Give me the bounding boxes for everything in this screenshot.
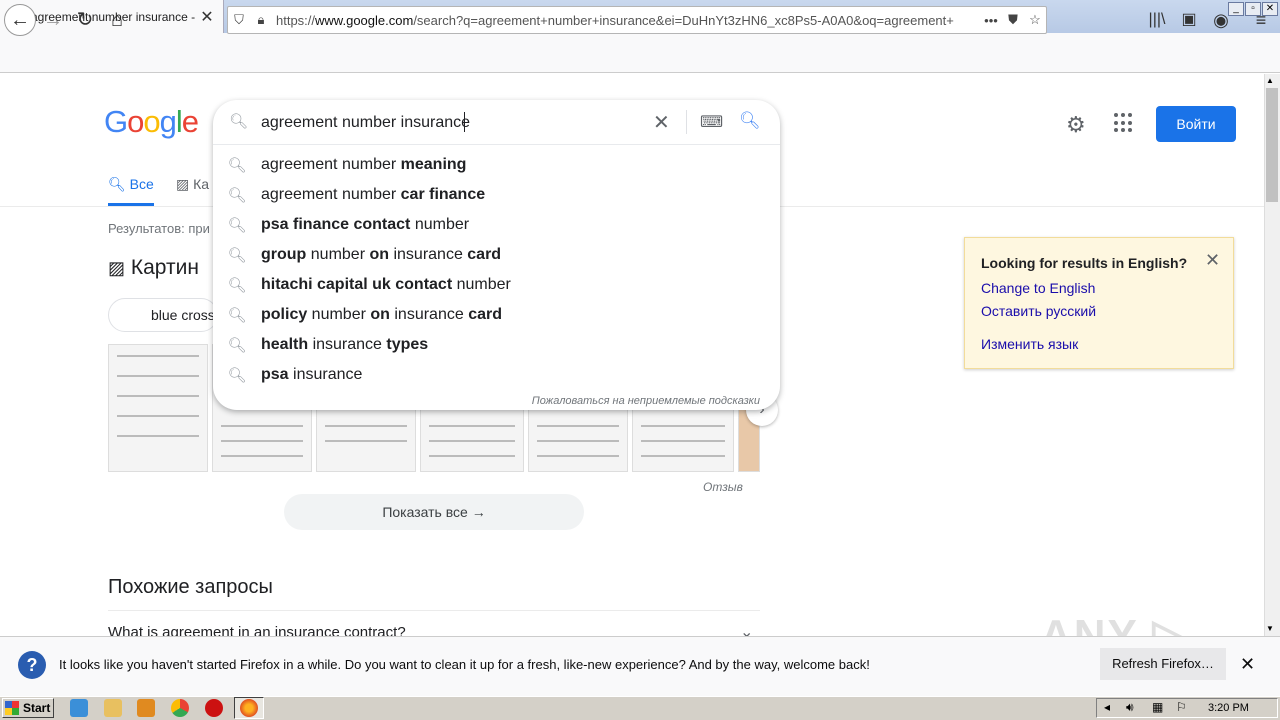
url-text[interactable]: https://www.google.com/search?q=agreemen… bbox=[276, 13, 980, 28]
navigation-toolbar bbox=[0, 33, 1280, 73]
search-submit-icon[interactable]: 🔍︎ bbox=[739, 111, 761, 131]
network-icon[interactable]: ▦ bbox=[1152, 700, 1163, 714]
suggestion-text: psa finance contact number bbox=[261, 216, 470, 233]
suggestion-text: agreement number meaning bbox=[261, 156, 467, 173]
account-icon[interactable]: ◉ bbox=[1206, 5, 1236, 35]
back-arrow-icon[interactable]: ← bbox=[4, 4, 36, 36]
search-icon: 🔍︎ bbox=[227, 187, 247, 204]
language-card: Looking for results in English? ✕ Change… bbox=[964, 237, 1234, 369]
tab-all[interactable]: 🔍︎ Все bbox=[108, 176, 154, 193]
close-icon[interactable]: ✕ bbox=[1205, 250, 1220, 271]
scroll-up-icon[interactable]: ▲ bbox=[1266, 76, 1274, 85]
page-actions-icon[interactable]: ••• bbox=[980, 13, 1002, 28]
system-tray bbox=[1096, 698, 1278, 718]
divider bbox=[686, 110, 687, 134]
suggestion-item[interactable]: 🔍︎ psa finance contact number bbox=[213, 210, 780, 240]
feedback-link[interactable]: Отзыв bbox=[703, 480, 743, 494]
lock-icon[interactable]: 🔒︎ bbox=[250, 12, 272, 28]
close-tab-icon[interactable]: ✕ bbox=[199, 7, 215, 27]
refresh-firefox-button[interactable]: Refresh Firefox… bbox=[1100, 648, 1226, 680]
keyboard-icon[interactable]: ⌨ bbox=[700, 112, 723, 132]
firefox-icon bbox=[240, 699, 258, 717]
suggestion-item[interactable]: 🔍︎ psa insurance bbox=[213, 360, 780, 390]
volume-icon[interactable]: 🔊︎ bbox=[1126, 700, 1134, 715]
image-thumbnail[interactable] bbox=[108, 344, 208, 472]
search-icon: 🔍︎ bbox=[227, 307, 247, 324]
image-chip[interactable]: blue cross bbox=[108, 298, 218, 332]
signin-button[interactable]: Войти bbox=[1156, 106, 1236, 142]
shield-icon[interactable]: ⛉ bbox=[228, 12, 250, 28]
keep-russian-link[interactable]: Оставить русский bbox=[981, 303, 1096, 319]
reload-icon[interactable]: ↻ bbox=[70, 5, 100, 35]
active-tab-indicator bbox=[108, 203, 154, 206]
suggestion-text: agreement number car finance bbox=[261, 186, 486, 203]
opera-icon[interactable] bbox=[205, 699, 223, 717]
search-icon: 🔍︎ bbox=[227, 367, 247, 384]
image-icon: ▨ bbox=[108, 258, 126, 278]
folder-icon[interactable] bbox=[104, 699, 122, 717]
search-icon: 🔍︎ bbox=[227, 247, 247, 264]
search-input-row: 🔍︎ agreement number insurance ✕ ⌨ 🔍︎ bbox=[213, 100, 780, 145]
clear-icon[interactable]: ✕ bbox=[653, 110, 670, 135]
results-stats: Результатов: при bbox=[108, 221, 210, 236]
forward-arrow-icon[interactable]: → bbox=[38, 5, 68, 35]
suggestion-item[interactable]: 🔍︎ hitachi capital uk contact number bbox=[213, 270, 780, 300]
suggestion-item[interactable]: 🔍︎ health insurance types bbox=[213, 330, 780, 360]
suggestion-text: psa insurance bbox=[261, 366, 363, 383]
search-autocomplete: 🔍︎ agreement number insurance ✕ ⌨ 🔍︎ 🔍︎ a… bbox=[213, 100, 780, 410]
search-icon: 🔍︎ bbox=[229, 113, 249, 130]
notification-text: It looks like you haven't started Firefo… bbox=[59, 657, 870, 672]
chrome-icon[interactable] bbox=[171, 699, 189, 717]
related-heading: Похожие запросы bbox=[108, 576, 273, 598]
suggestion-text: policy number on insurance card bbox=[261, 306, 502, 323]
search-icon: 🔍︎ bbox=[227, 277, 247, 294]
search-icon: 🔍︎ bbox=[108, 176, 126, 192]
flag-icon[interactable]: ⚐ bbox=[1176, 700, 1187, 714]
change-to-english-link[interactable]: Change to English bbox=[981, 280, 1095, 296]
pocket-icon[interactable]: ⛊ bbox=[1002, 12, 1024, 28]
report-predictions-link[interactable]: Пожаловаться на неприемлемые подсказки bbox=[532, 395, 760, 407]
suggestion-item[interactable]: 🔍︎ agreement number car finance bbox=[213, 180, 780, 210]
image-icon: ▨ bbox=[176, 176, 190, 192]
menu-icon[interactable]: ≡ bbox=[1246, 5, 1276, 35]
clock: 3:20 PM bbox=[1208, 702, 1249, 714]
suggestion-text: group number on insurance card bbox=[261, 246, 502, 263]
images-heading: ▨ Картин bbox=[108, 256, 199, 279]
suggestion-text: health insurance types bbox=[261, 336, 429, 353]
show-all-button[interactable]: Показать все → bbox=[284, 494, 584, 530]
tab-images[interactable]: ▨ Ка bbox=[176, 176, 209, 193]
sidebar-icon[interactable]: ▣ bbox=[1174, 5, 1204, 35]
settings-gear-icon[interactable]: ⚙ bbox=[1066, 112, 1086, 138]
suggestion-item[interactable]: 🔍︎ policy number on insurance card bbox=[213, 300, 780, 330]
change-language-link[interactable]: Изменить язык bbox=[981, 336, 1078, 352]
question-icon: ? bbox=[18, 651, 46, 679]
close-icon[interactable]: ✕ bbox=[1240, 654, 1255, 675]
search-icon: 🔍︎ bbox=[227, 337, 247, 354]
suggestion-item[interactable]: 🔍︎ group number on insurance card bbox=[213, 240, 780, 270]
bookmark-star-icon[interactable]: ☆ bbox=[1024, 12, 1046, 28]
suggestion-text: hitachi capital uk contact number bbox=[261, 276, 511, 293]
taskbar bbox=[0, 696, 1280, 720]
search-icon: 🔍︎ bbox=[227, 217, 247, 234]
ie-icon[interactable] bbox=[70, 699, 88, 717]
media-player-icon[interactable] bbox=[137, 699, 155, 717]
text-caret bbox=[464, 112, 465, 132]
search-icon: 🔍︎ bbox=[227, 157, 247, 174]
tray-arrow-icon[interactable]: ◂ bbox=[1104, 700, 1110, 714]
search-input[interactable]: agreement number insurance bbox=[261, 114, 470, 132]
language-card-title: Looking for results in English? bbox=[981, 255, 1188, 271]
scrollbar-thumb[interactable] bbox=[1266, 88, 1278, 202]
divider bbox=[108, 610, 760, 611]
url-bar[interactable]: ⛉ 🔒︎ https://www.google.com/search?q=agr… bbox=[227, 6, 1047, 34]
home-icon[interactable]: ⌂ bbox=[102, 5, 132, 35]
apps-grid-icon[interactable] bbox=[1114, 113, 1134, 133]
google-logo[interactable]: Google bbox=[104, 104, 199, 140]
arrow-right-icon: → bbox=[471, 504, 486, 520]
windows-logo-icon bbox=[5, 701, 19, 715]
suggestion-item[interactable]: 🔍︎ agreement number meaning bbox=[213, 150, 780, 180]
library-icon[interactable]: |||\ bbox=[1142, 5, 1172, 35]
